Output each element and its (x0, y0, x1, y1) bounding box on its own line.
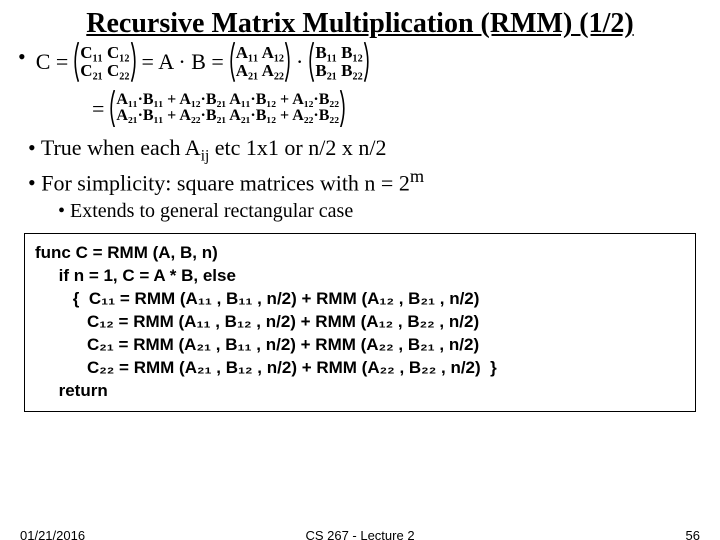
code-line-2: if n = 1, C = A * B, else (35, 266, 236, 285)
eq-dot: · (292, 49, 307, 74)
paren-right-icon (284, 42, 292, 82)
paren-left-icon (307, 42, 315, 82)
footer-course: CS 267 - Lecture 2 (305, 528, 414, 540)
bullet-true-when: True when each Aij etc 1x1 or n/2 x n/2 (28, 135, 702, 165)
code-line-7: return (35, 381, 108, 400)
eq-c-equals: C = (32, 49, 73, 74)
code-line-5: C₂₁ = RMM (A₂₁ , B₁₁ , n/2) + RMM (A₂₂ ,… (35, 335, 479, 354)
code-line-4: C₁₂ = RMM (A₁₁ , B₁₂ , n/2) + RMM (A₁₂ ,… (35, 312, 479, 331)
matrix-result-row1: A₁₁·B₁₁ + A₁₂·B₂₁ A₁₁·B₁₂ + A₁₂·B₂₂ (116, 92, 339, 109)
footer-date: 01/21/2016 (20, 528, 85, 540)
code-line-3: { C₁₁ = RMM (A₁₁ , B₁₁ , n/2) + RMM (A₁₂… (35, 289, 479, 308)
paren-left-icon (72, 42, 80, 82)
slide-title: Recursive Matrix Multiplication (RMM) (1… (18, 8, 702, 40)
formula-definition: • C = C₁₁ C₁₂ C₂₁ C₂₂ = A · B = A₁₁ A₁₂ … (18, 44, 702, 125)
matrix-C-row1: C₁₁ C₁₂ (80, 44, 129, 62)
matrix-A-row1: A₁₁ A₁₂ (236, 44, 284, 62)
matrix-B: B₁₁ B₁₂ B₂₁ B₂₂ (307, 44, 370, 80)
footer-page-number: 56 (686, 528, 700, 540)
paren-right-icon (363, 42, 371, 82)
matrix-A-row2: A₂₁ A₂₂ (236, 62, 284, 80)
paren-left-icon (108, 90, 116, 128)
matrix-result-row2: A₂₁·B₁₁ + A₂₂·B₂₁ A₂₁·B₁₂ + A₂₂·B₂₂ (116, 108, 339, 125)
matrix-C: C₁₁ C₁₂ C₂₁ C₂₂ (72, 44, 137, 80)
eq-a-dot-b: = A · B = (138, 49, 228, 74)
matrix-result: A₁₁·B₁₁ + A₁₂·B₂₁ A₁₁·B₁₂ + A₁₂·B₂₂ A₂₁·… (108, 92, 347, 126)
formula-result: = A₁₁·B₁₁ + A₁₂·B₂₁ A₁₁·B₁₂ + A₁₂·B₂₂ A₂… (88, 92, 702, 126)
bullet-list: True when each Aij etc 1x1 or n/2 x n/2 … (18, 135, 702, 196)
slide: Recursive Matrix Multiplication (RMM) (1… (0, 0, 720, 540)
sub-bullet-list: Extends to general rectangular case (18, 200, 702, 223)
paren-left-icon (228, 42, 236, 82)
bullet-simplicity: For simplicity: square matrices with n =… (28, 166, 702, 196)
pseudocode-box: func C = RMM (A, B, n) if n = 1, C = A *… (24, 233, 696, 412)
code-line-1: func C = RMM (A, B, n) (35, 243, 218, 262)
matrix-B-row2: B₂₁ B₂₂ (315, 62, 362, 80)
matrix-A: A₁₁ A₁₂ A₂₁ A₂₂ (228, 44, 292, 80)
paren-right-icon (339, 90, 347, 128)
sub-bullet-extends: Extends to general rectangular case (58, 200, 702, 223)
code-line-6: C₂₂ = RMM (A₂₁ , B₁₂ , n/2) + RMM (A₂₂ ,… (35, 358, 497, 377)
matrix-C-row2: C₂₁ C₂₂ (80, 62, 129, 80)
paren-right-icon (130, 42, 138, 82)
eq-equals: = (88, 96, 108, 121)
matrix-B-row1: B₁₁ B₁₂ (315, 44, 362, 62)
